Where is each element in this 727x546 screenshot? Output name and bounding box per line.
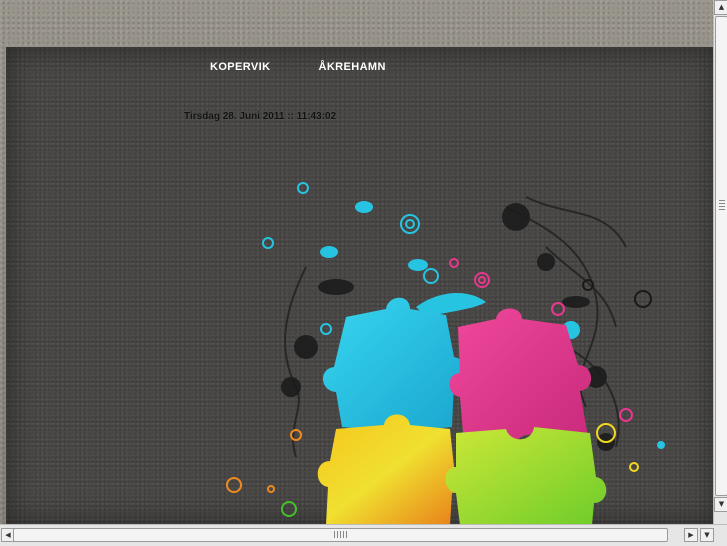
grip-icon <box>719 200 725 212</box>
dark-rings <box>582 279 652 308</box>
horizontal-scrollbar[interactable]: ◀ ▶ ▼ <box>0 524 727 546</box>
vertical-scroll-thumb[interactable] <box>715 16 727 496</box>
green-rings <box>281 501 297 517</box>
arrow-up-icon[interactable]: ▲ <box>714 0 727 15</box>
horizontal-scroll-thumb[interactable] <box>13 528 668 542</box>
grip-icon <box>334 531 348 538</box>
yellow-puzzle-piece <box>317 414 465 525</box>
arrow-down-icon[interactable]: ▼ <box>714 497 727 512</box>
puzzle-artwork <box>226 182 665 525</box>
green-puzzle-piece <box>445 427 607 525</box>
content-panel: KOPERVIK ÅKREHAMN Tirsdag 28. Juni 2011 … <box>6 47 718 525</box>
vertical-scrollbar[interactable]: ▲ ▼ <box>713 0 727 524</box>
arrow-right-icon[interactable]: ▶ <box>684 528 698 542</box>
cyan-puzzle-piece <box>322 297 465 431</box>
orange-rings <box>226 429 302 493</box>
arrow-down-icon[interactable]: ▼ <box>700 528 714 542</box>
